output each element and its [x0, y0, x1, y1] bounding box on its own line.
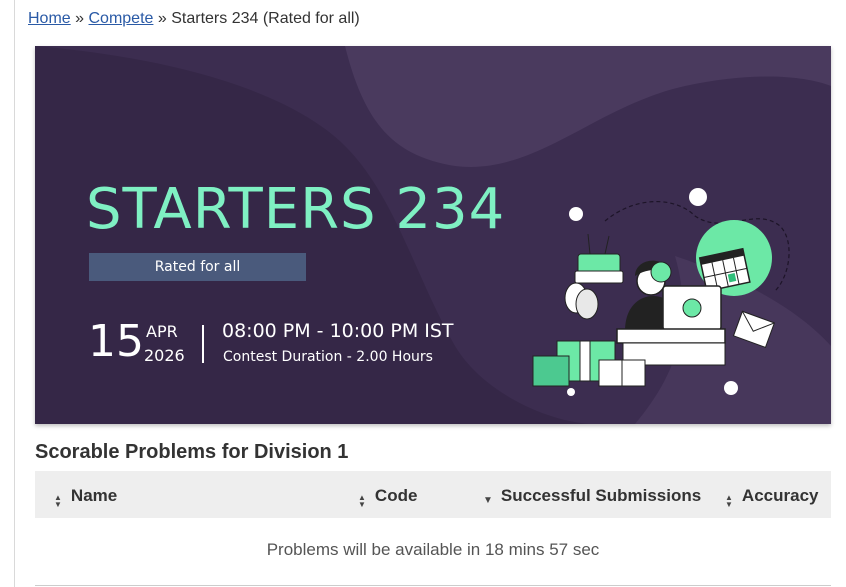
decor-dot [724, 381, 738, 395]
column-header-code[interactable]: ▲ ▼ Code [358, 471, 417, 518]
column-header-name[interactable]: ▲ ▼ Name [54, 471, 117, 518]
contest-title: STARTERS 234 [86, 177, 506, 242]
decor-dot [567, 388, 575, 396]
contest-time: 08:00 PM - 10:00 PM IST [222, 320, 454, 342]
decor-dot [569, 207, 583, 221]
problems-table-header: ▲ ▼ Name ▲ ▼ Code ▼ Successful Submissions ▲ ▼… [35, 471, 831, 518]
breadcrumb-separator: » [157, 10, 167, 27]
column-label: Successful Submissions [500, 486, 702, 505]
decor-dot [689, 188, 707, 206]
contest-banner: STARTERS 234 Rated for all 15 APR 2026 0… [35, 46, 831, 424]
breadcrumb: Home » Compete » Starters 234 (Rated for… [28, 10, 360, 28]
problems-countdown-message: Problems will be available in 18 mins 57… [266, 540, 600, 559]
breadcrumb-compete-link[interactable]: Compete [89, 10, 154, 27]
sort-both-icon: ▲ ▼ [54, 493, 62, 509]
rated-badge: Rated for all [89, 253, 306, 281]
page-left-border [14, 0, 15, 587]
contest-month: APR [146, 322, 178, 341]
sort-both-icon: ▲ ▼ [725, 493, 733, 509]
breadcrumb-home-link[interactable]: Home [28, 10, 71, 27]
breadcrumb-separator: » [75, 10, 85, 27]
column-label: Accuracy [741, 486, 819, 505]
sort-both-icon: ▲ ▼ [358, 493, 366, 509]
date-divider [202, 325, 204, 363]
sort-desc-icon: ▼ [483, 495, 493, 506]
breadcrumb-current: Starters 234 (Rated for all) [171, 10, 360, 27]
column-label: Name [70, 486, 118, 505]
section-heading: Scorable Problems for Division 1 [35, 441, 349, 463]
contest-day: 15 [88, 316, 144, 367]
contest-year: 2026 [144, 346, 185, 365]
column-label: Code [374, 486, 418, 505]
column-header-accuracy[interactable]: ▲ ▼ Accuracy [725, 471, 818, 518]
column-header-successful-submissions[interactable]: ▼ Successful Submissions [483, 471, 701, 518]
table-bottom-border [35, 585, 831, 586]
contest-duration: Contest Duration - 2.00 Hours [223, 349, 433, 365]
